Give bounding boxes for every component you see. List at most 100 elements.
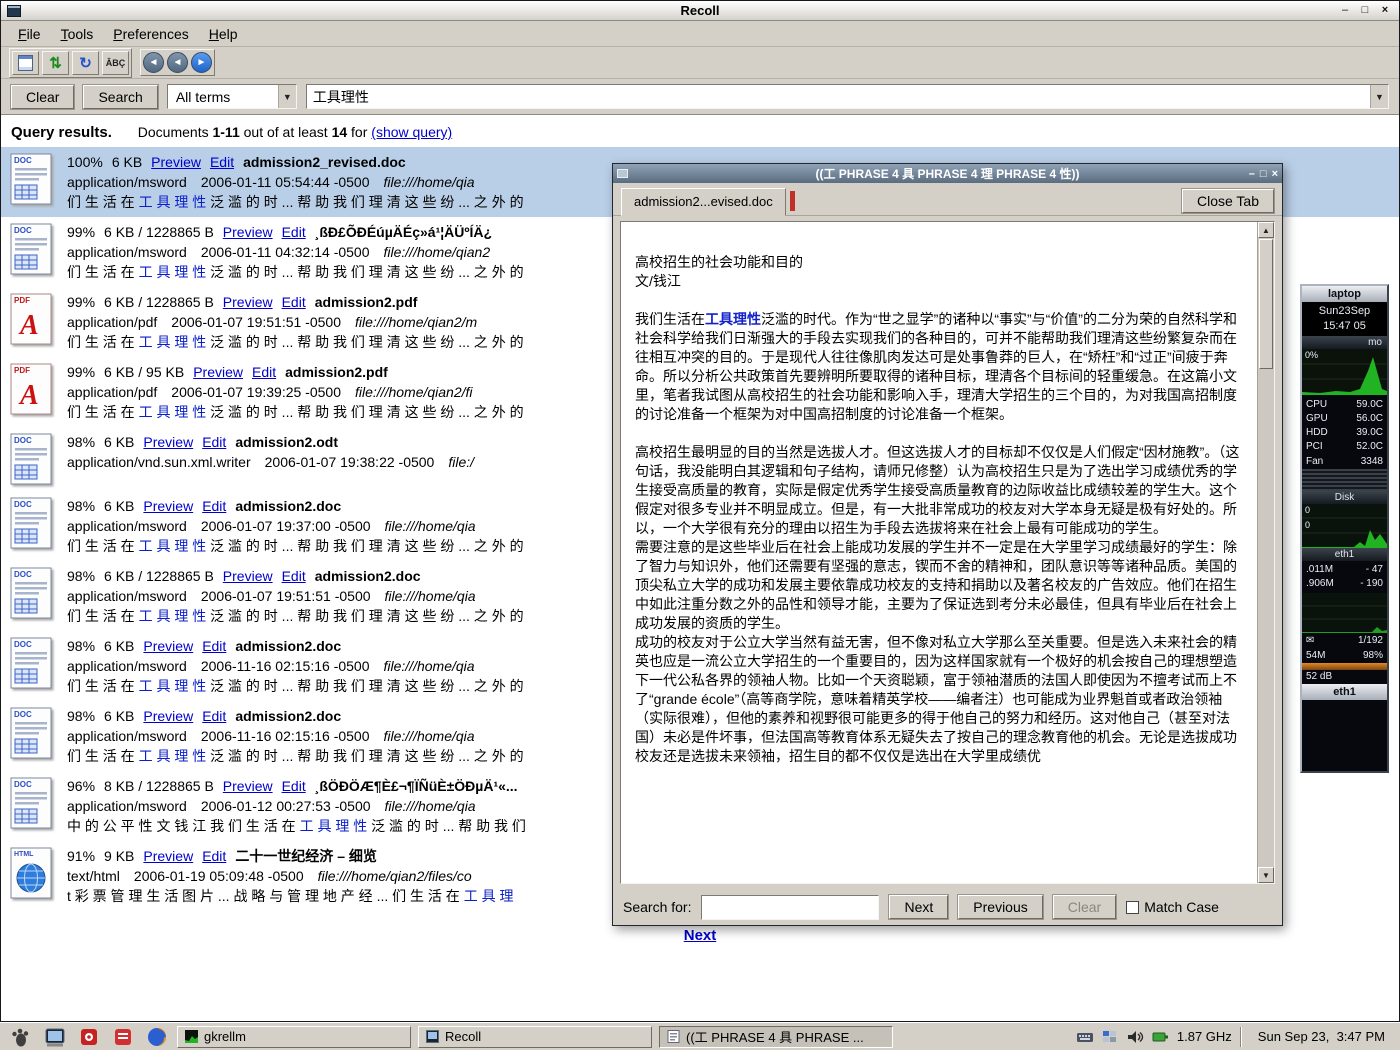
preview-window: ((工 PHRASE 4 具 PHRASE 4 理 PHRASE 4 性)) –…	[612, 163, 1283, 926]
preview-link[interactable]: Preview	[143, 708, 193, 724]
edit-link[interactable]: Edit	[252, 364, 276, 380]
result-relevance: 96%	[67, 778, 95, 794]
window-titlebar[interactable]: Recoll – □ ×	[1, 1, 1399, 21]
task-label: gkrellm	[204, 1029, 246, 1044]
preview-maximize-icon[interactable]: □	[1260, 168, 1267, 180]
preview-window-title: ((工 PHRASE 4 具 PHRASE 4 理 PHRASE 4 性))	[613, 165, 1282, 182]
preview-link[interactable]: Preview	[143, 498, 193, 514]
menu-help[interactable]: Help	[200, 23, 247, 45]
match-case-option[interactable]: Match Case	[1126, 899, 1219, 915]
clear-button[interactable]: Clear	[11, 85, 74, 109]
preview-link[interactable]: Preview	[223, 224, 273, 240]
svg-text:DOC: DOC	[14, 436, 32, 445]
menu-preferences[interactable]: Preferences	[104, 23, 198, 45]
find-next-button[interactable]: Next	[889, 895, 948, 919]
find-clear-button[interactable]: Clear	[1053, 895, 1116, 919]
scrollbar-thumb[interactable]	[1259, 239, 1273, 369]
edit-link[interactable]: Edit	[282, 294, 306, 310]
result-mimetype: application/pdf	[67, 314, 157, 330]
show-query-link[interactable]: (show query)	[371, 124, 452, 140]
nav-back-icon[interactable]: ◄	[143, 52, 164, 73]
nav-forward-icon[interactable]: ►	[191, 52, 212, 73]
preview-link[interactable]: Preview	[223, 294, 273, 310]
preview-tabbar: admission2...evised.doc Close Tab	[613, 183, 1282, 216]
edit-link[interactable]: Edit	[282, 778, 306, 794]
taskbar-clock[interactable]: Sun Sep 23, 3:47 PM	[1250, 1029, 1393, 1044]
edit-link[interactable]: Edit	[282, 568, 306, 584]
gkrellm-disk-scale-bottom: 0	[1305, 520, 1310, 530]
edit-link[interactable]: Edit	[202, 708, 226, 724]
preview-scrollbar[interactable]: ▲ ▼	[1257, 222, 1274, 883]
launcher-package-red-icon[interactable]	[75, 1025, 102, 1049]
scroll-down-icon[interactable]: ▼	[1258, 867, 1274, 883]
task-button-recoll[interactable]: Recoll	[418, 1026, 652, 1048]
spellcheck-button[interactable]: ÂBÇ	[102, 51, 129, 75]
result-mimetype: application/msword	[67, 588, 187, 604]
search-button[interactable]: Search	[83, 85, 157, 109]
result-snippet: t 彩 票 管 理 生 活 图 片 ... 战 略 与 管 理 地 产 经 ..…	[67, 886, 513, 906]
table-doc-button[interactable]	[12, 51, 39, 75]
result-mimetype: application/msword	[67, 174, 187, 190]
keyboard-indicator-icon[interactable]	[1076, 1030, 1094, 1044]
close-icon[interactable]: ×	[1377, 3, 1393, 18]
gkrellm-icon	[185, 1030, 198, 1043]
gkrellm-hostname: laptop	[1302, 286, 1387, 302]
preview-link[interactable]: Preview	[193, 364, 243, 380]
table-doc-icon	[18, 55, 33, 71]
preview-titlebar[interactable]: ((工 PHRASE 4 具 PHRASE 4 理 PHRASE 4 性)) –…	[613, 164, 1282, 183]
maximize-icon[interactable]: □	[1357, 3, 1373, 18]
match-case-checkbox[interactable]	[1126, 901, 1139, 914]
query-results-title: Query results.	[11, 124, 112, 141]
volume-icon[interactable]	[1126, 1029, 1144, 1045]
result-url: file:///home/qian2/fi	[355, 384, 473, 400]
gkrellm-window[interactable]: laptop Sun23Sep 15:47 05 mo 0% CPU59.0CG…	[1300, 284, 1389, 773]
preview-tab[interactable]: admission2...evised.doc	[621, 188, 786, 216]
minimize-icon[interactable]: –	[1337, 3, 1353, 18]
gkrellm-net-row: .906M- 190	[1302, 577, 1387, 591]
term-mode-select[interactable]: All terms ▼	[167, 84, 297, 109]
task-button-preview[interactable]: ((工 PHRASE 4 具 PHRASE ...	[659, 1026, 893, 1048]
workspace-pager-icon[interactable]	[1102, 1030, 1118, 1044]
sort-button[interactable]: ⇅	[42, 51, 69, 75]
battery-icon[interactable]	[1152, 1031, 1169, 1043]
menu-file[interactable]: File	[9, 23, 50, 45]
preview-text[interactable]: 高校招生的社会功能和目的文/钱江 我们生活在工具理性泛滥的时代。作为“世之显学”…	[621, 222, 1257, 883]
refresh-button[interactable]: ↻	[72, 51, 99, 75]
find-input[interactable]	[701, 895, 879, 920]
result-date: 2006-01-12 00:27:53 -0500	[201, 798, 371, 814]
preview-link[interactable]: Preview	[143, 848, 193, 864]
launcher-terminal-icon[interactable]	[41, 1025, 68, 1049]
edit-link[interactable]: Edit	[202, 434, 226, 450]
menu-tools[interactable]: Tools	[52, 23, 103, 45]
edit-link[interactable]: Edit	[202, 638, 226, 654]
close-tab-button[interactable]: Close Tab	[1182, 189, 1274, 213]
find-previous-button[interactable]: Previous	[958, 895, 1042, 919]
launcher-editor-red-icon[interactable]	[109, 1025, 136, 1049]
next-page-link[interactable]: Next	[684, 927, 717, 944]
result-mimetype: application/vnd.sun.xml.writer	[67, 454, 251, 470]
system-tray: 1.87 GHz Sun Sep 23, 3:47 PM	[1076, 1027, 1393, 1047]
nav-back2-icon[interactable]: ◄	[167, 52, 188, 73]
scroll-up-icon[interactable]: ▲	[1258, 222, 1274, 238]
result-relevance: 91%	[67, 848, 95, 864]
preview-link[interactable]: Preview	[223, 568, 273, 584]
edit-link[interactable]: Edit	[202, 498, 226, 514]
preview-link[interactable]: Preview	[143, 434, 193, 450]
edit-link[interactable]: Edit	[202, 848, 226, 864]
query-history-chevron-icon[interactable]: ▼	[1370, 85, 1388, 108]
result-filename: ¸ßÐ£ÕÐÉúµÄÉç»á¹¦ÄÜºÍÄ¿	[315, 224, 492, 240]
preview-link[interactable]: Preview	[223, 778, 273, 794]
preview-minimize-icon[interactable]: –	[1249, 168, 1255, 180]
preview-link[interactable]: Preview	[151, 154, 201, 170]
menubar: FileToolsPreferencesHelp	[1, 21, 1399, 47]
result-size: 9 KB	[104, 848, 134, 864]
gkrellm-cpu-percent: 0%	[1305, 350, 1318, 360]
task-button-gkrellm[interactable]: gkrellm	[177, 1026, 411, 1048]
preview-close-icon[interactable]: ×	[1272, 168, 1278, 180]
preview-link[interactable]: Preview	[143, 638, 193, 654]
edit-link[interactable]: Edit	[210, 154, 234, 170]
launcher-firefox-icon[interactable]	[143, 1025, 170, 1049]
edit-link[interactable]: Edit	[282, 224, 306, 240]
query-input[interactable]	[307, 85, 1370, 108]
launcher-footprint-icon[interactable]	[7, 1025, 34, 1049]
